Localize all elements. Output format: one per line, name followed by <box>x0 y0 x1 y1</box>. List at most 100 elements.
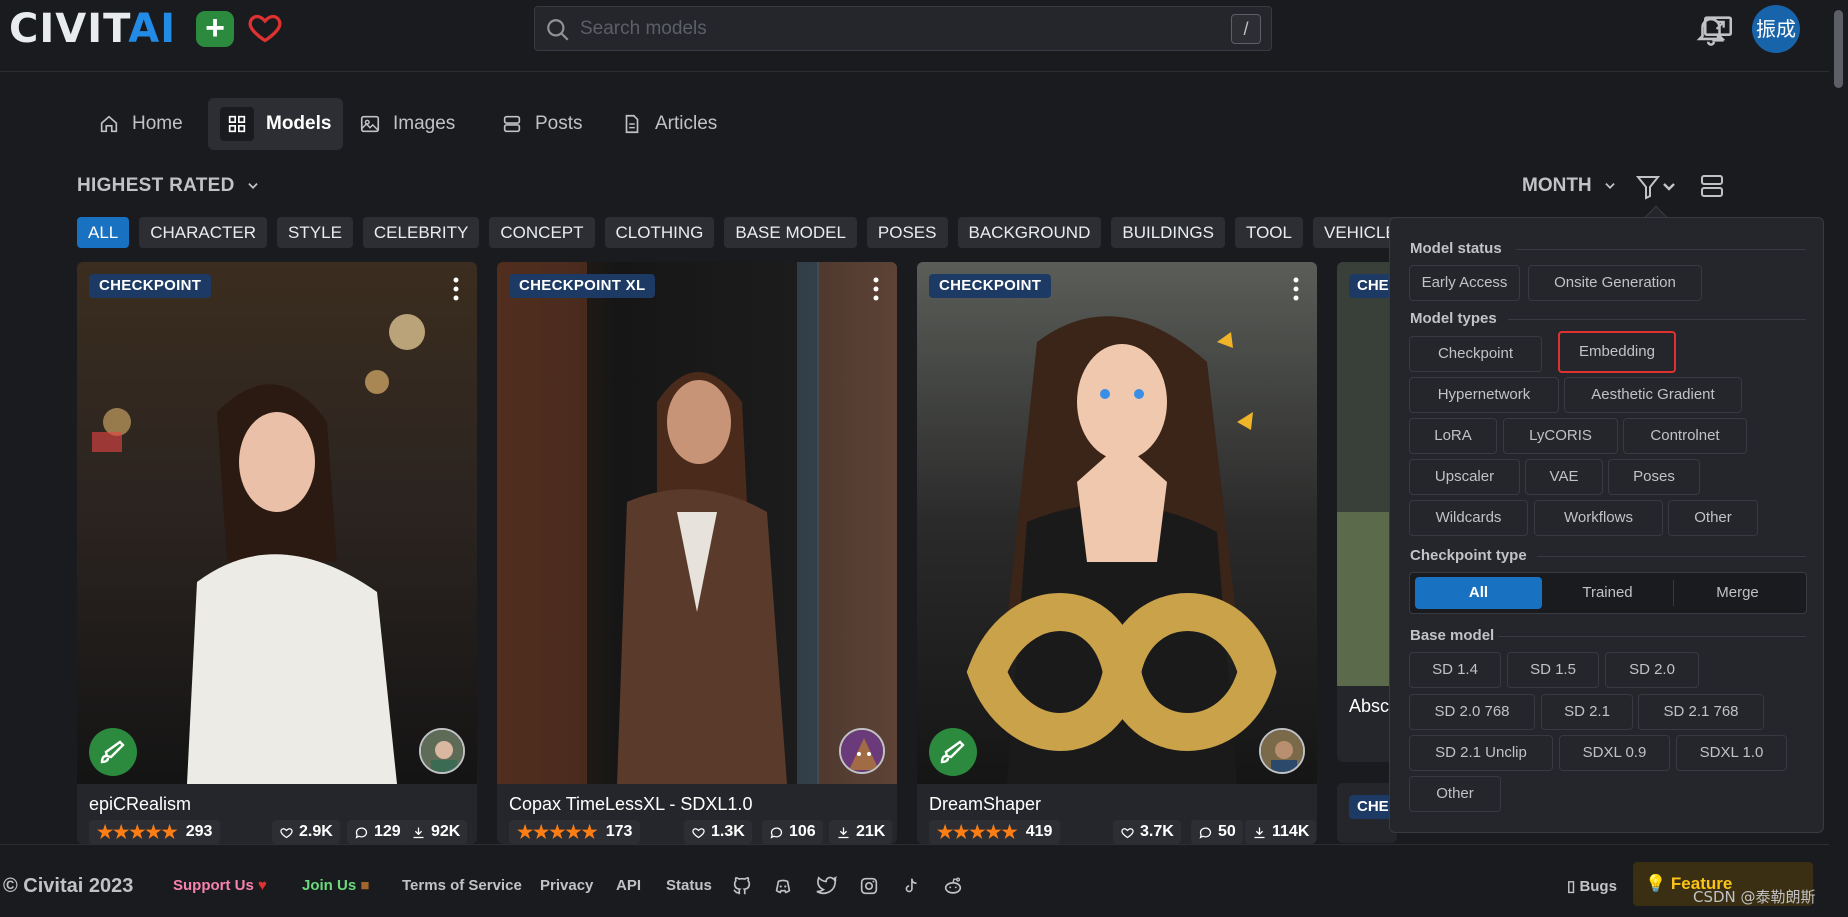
page-scrollbar[interactable] <box>1829 0 1848 917</box>
more-options-icon[interactable] <box>1291 276 1301 302</box>
tiktok-icon[interactable] <box>900 875 922 897</box>
generate-brush-button[interactable] <box>89 728 137 776</box>
chip-lycoris[interactable]: LyCORIS <box>1503 418 1618 454</box>
briefcase-icon: ■ <box>360 877 370 894</box>
tag-celebrity[interactable]: CELEBRITY <box>362 217 480 248</box>
tag-concept[interactable]: CONCEPT <box>489 217 595 248</box>
chip-sdxl10[interactable]: SDXL 1.0 <box>1676 735 1787 771</box>
tag-tool[interactable]: TOOL <box>1235 217 1303 248</box>
model-card-partial[interactable]: CHE <box>1337 783 1397 843</box>
likes-value: 2.9K <box>299 823 333 840</box>
layout-toggle-icon[interactable] <box>1700 173 1724 199</box>
creator-avatar[interactable] <box>1259 728 1305 774</box>
chip-sdxl09[interactable]: SDXL 0.9 <box>1559 735 1670 771</box>
chip-sd20-768[interactable]: SD 2.0 768 <box>1409 694 1535 730</box>
model-title[interactable]: epiCRealism <box>89 794 191 815</box>
period-dropdown[interactable]: MONTH <box>1522 175 1617 197</box>
model-title[interactable]: DreamShaper <box>929 794 1041 815</box>
civitai-logo[interactable]: CIVITAI <box>9 9 176 49</box>
chip-aesthetic-gradient[interactable]: Aesthetic Gradient <box>1564 377 1742 413</box>
search-input[interactable] <box>580 15 1180 43</box>
watermark: CSDN @泰勒朗斯 <box>1693 888 1816 906</box>
chip-vae[interactable]: VAE <box>1525 459 1603 495</box>
nav-images[interactable]: Images <box>345 98 469 150</box>
chip-sd21[interactable]: SD 2.1 <box>1541 694 1633 730</box>
user-avatar[interactable]: 振成 <box>1752 5 1800 53</box>
filter-icon[interactable] <box>1635 172 1677 202</box>
tag-background[interactable]: BACKGROUND <box>957 217 1102 248</box>
status-link[interactable]: Status <box>666 877 712 894</box>
scrollbar-thumb[interactable] <box>1834 10 1843 88</box>
reddit-icon[interactable] <box>942 875 964 897</box>
create-plus-button[interactable]: + <box>196 11 234 47</box>
tag-base-model[interactable]: BASE MODEL <box>724 217 857 248</box>
chip-checkpoint[interactable]: Checkpoint <box>1409 336 1542 372</box>
chip-upscaler[interactable]: Upscaler <box>1409 459 1520 495</box>
nav-articles[interactable]: Articles <box>607 98 731 150</box>
tag-style[interactable]: STYLE <box>277 217 353 248</box>
chip-early-access[interactable]: Early Access <box>1409 265 1520 301</box>
nav-models[interactable]: Models <box>208 98 344 150</box>
tag-character[interactable]: CHARACTER <box>139 217 268 248</box>
sort-label: HIGHEST RATED <box>77 175 235 196</box>
sort-dropdown[interactable]: HIGHEST RATED <box>77 175 260 197</box>
nav-posts[interactable]: Posts <box>487 98 597 150</box>
chip-sd21-768[interactable]: SD 2.1 768 <box>1638 694 1764 730</box>
tag-buildings[interactable]: BUILDINGS <box>1111 217 1225 248</box>
bell-icon[interactable] <box>1694 12 1728 46</box>
chip-wildcards[interactable]: Wildcards <box>1409 500 1528 536</box>
bugs-link[interactable]: ▯ Bugs <box>1567 877 1617 895</box>
chip-lora[interactable]: LoRA <box>1409 418 1497 454</box>
model-title[interactable]: Copax TimeLessXL - SDXL1.0 <box>509 794 752 815</box>
model-card[interactable]: CHECKPOINT epiCRealism ★★★★★ 293 2.9K 129… <box>77 262 477 844</box>
creator-avatar[interactable] <box>839 728 885 774</box>
heart-outline-icon <box>692 827 705 838</box>
chip-other-base[interactable]: Other <box>1409 776 1501 812</box>
segment-all[interactable]: All <box>1415 577 1542 609</box>
grid-icon <box>228 115 246 133</box>
terms-link[interactable]: Terms of Service <box>402 877 522 894</box>
twitter-icon[interactable] <box>816 875 838 897</box>
download-icon <box>413 827 424 838</box>
comments-count: 106 <box>762 820 823 844</box>
discord-icon[interactable] <box>772 875 794 897</box>
api-link[interactable]: API <box>616 877 641 894</box>
nav-home[interactable]: Home <box>84 98 197 150</box>
more-options-icon[interactable] <box>451 276 461 302</box>
join-us-link[interactable]: Join Us ■ <box>302 877 369 894</box>
github-icon[interactable] <box>731 875 753 897</box>
chip-sd21-unclip[interactable]: SD 2.1 Unclip <box>1409 735 1553 771</box>
chip-sd20[interactable]: SD 2.0 <box>1605 652 1699 688</box>
chip-controlnet[interactable]: Controlnet <box>1623 418 1747 454</box>
chip-onsite-generation[interactable]: Onsite Generation <box>1528 265 1702 301</box>
brush-icon <box>100 740 125 764</box>
tag-clothing[interactable]: CLOTHING <box>604 217 715 248</box>
instagram-icon[interactable] <box>858 875 880 897</box>
downloads-count: 114K <box>1245 820 1317 844</box>
heart-icon[interactable] <box>247 9 283 45</box>
model-preview-image[interactable] <box>497 262 897 784</box>
tag-poses[interactable]: POSES <box>866 217 948 248</box>
privacy-link[interactable]: Privacy <box>540 877 593 894</box>
search-bar[interactable]: / <box>534 6 1272 51</box>
segment-merge[interactable]: Merge <box>1674 577 1801 609</box>
segment-trained[interactable]: Trained <box>1544 577 1671 609</box>
chip-hypernetwork[interactable]: Hypernetwork <box>1409 377 1559 413</box>
chip-sd14[interactable]: SD 1.4 <box>1409 652 1501 688</box>
tag-all[interactable]: ALL <box>77 217 130 248</box>
chip-other-type[interactable]: Other <box>1668 500 1758 536</box>
chip-workflows[interactable]: Workflows <box>1534 500 1663 536</box>
model-card[interactable]: CHECKPOINT XL Copax TimeLessXL - SDXL1.0… <box>497 262 897 844</box>
generate-brush-button[interactable] <box>929 728 977 776</box>
chip-sd15[interactable]: SD 1.5 <box>1507 652 1599 688</box>
creator-avatar[interactable] <box>419 728 465 774</box>
chip-embedding[interactable]: Embedding <box>1558 331 1676 373</box>
support-us-link[interactable]: Support Us ♥ <box>173 877 267 894</box>
more-options-icon[interactable] <box>871 276 881 302</box>
model-card-partial[interactable]: CHE Absc <box>1337 262 1397 762</box>
chip-poses[interactable]: Poses <box>1608 459 1700 495</box>
model-preview-image[interactable] <box>917 262 1317 784</box>
model-card[interactable]: CHECKPOINT DreamShaper ★★★★★ 419 3.7K 50 … <box>917 262 1317 844</box>
model-type-badge: CHECKPOINT <box>929 274 1052 298</box>
model-preview-image[interactable] <box>77 262 477 784</box>
